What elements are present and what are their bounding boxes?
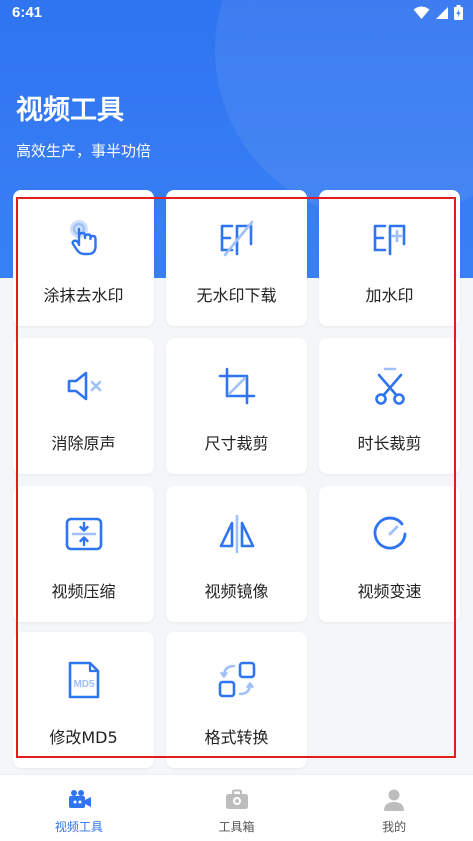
tool-label: 涂抹去水印	[43, 286, 124, 305]
nav-label: 视频工具	[54, 820, 103, 834]
compress-icon	[65, 517, 102, 551]
speed-icon	[373, 516, 406, 550]
tool-size-crop[interactable]: 尺寸裁剪	[166, 338, 307, 474]
page-title: 视频工具	[16, 95, 124, 126]
nav-item-video-tools[interactable]: 视频工具	[0, 775, 158, 841]
mirror-icon	[219, 514, 254, 554]
toolbox-icon	[225, 789, 248, 809]
nav-item-profile[interactable]: 我的	[315, 775, 473, 841]
tool-label: 加水印	[365, 286, 414, 305]
finger-tap-icon	[69, 220, 97, 256]
no-watermark-icon	[220, 220, 253, 257]
format-convert-icon	[218, 661, 255, 698]
tool-add-watermark[interactable]: 加水印	[319, 190, 460, 326]
tool-video-speed[interactable]: 视频变速	[319, 486, 460, 622]
signal-icon	[436, 6, 448, 19]
status-bar: 6:41	[0, 0, 473, 28]
tool-label: 视频压缩	[51, 582, 116, 601]
scissors-icon	[374, 367, 405, 405]
md5-file-icon: MD5	[68, 661, 99, 699]
mute-icon	[67, 371, 101, 401]
tool-duration-trim[interactable]: 时长裁剪	[319, 338, 460, 474]
tool-label: 格式转换	[204, 728, 269, 747]
tool-remove-audio[interactable]: 消除原声	[13, 338, 154, 474]
nav-label: 我的	[382, 820, 407, 834]
nav-label: 工具箱	[218, 820, 255, 834]
nav-item-toolbox[interactable]: 工具箱	[158, 775, 316, 841]
tool-video-mirror[interactable]: 视频镜像	[166, 486, 307, 622]
tool-label: 视频变速	[357, 582, 422, 601]
tool-label: 无水印下载	[196, 286, 277, 305]
video-camera-icon	[68, 790, 91, 808]
svg-text:MD5: MD5	[73, 679, 95, 690]
tool-video-compress[interactable]: 视频压缩	[13, 486, 154, 622]
wifi-icon	[413, 6, 430, 19]
crop-icon	[218, 367, 255, 405]
tool-no-watermark-download[interactable]: 无水印下载	[166, 190, 307, 326]
status-time: 6:41	[12, 4, 43, 21]
tool-label: 视频镜像	[204, 582, 269, 601]
battery-icon	[454, 5, 463, 20]
tool-label: 尺寸裁剪	[204, 434, 269, 453]
tool-label: 修改MD5	[49, 728, 118, 747]
tool-modify-md5[interactable]: MD5 修改MD5	[13, 632, 154, 768]
add-watermark-icon	[373, 224, 405, 256]
tool-label: 时长裁剪	[357, 434, 422, 453]
tool-label: 消除原声	[51, 434, 116, 453]
tool-smear-watermark[interactable]: 涂抹去水印	[13, 190, 154, 326]
tool-format-convert[interactable]: 格式转换	[166, 632, 307, 768]
decorative-circle	[215, 0, 473, 220]
bottom-nav: 视频工具 工具箱 我的	[0, 774, 473, 841]
user-icon	[384, 789, 405, 811]
page-subtitle: 高效生产，事半功倍	[16, 142, 152, 160]
